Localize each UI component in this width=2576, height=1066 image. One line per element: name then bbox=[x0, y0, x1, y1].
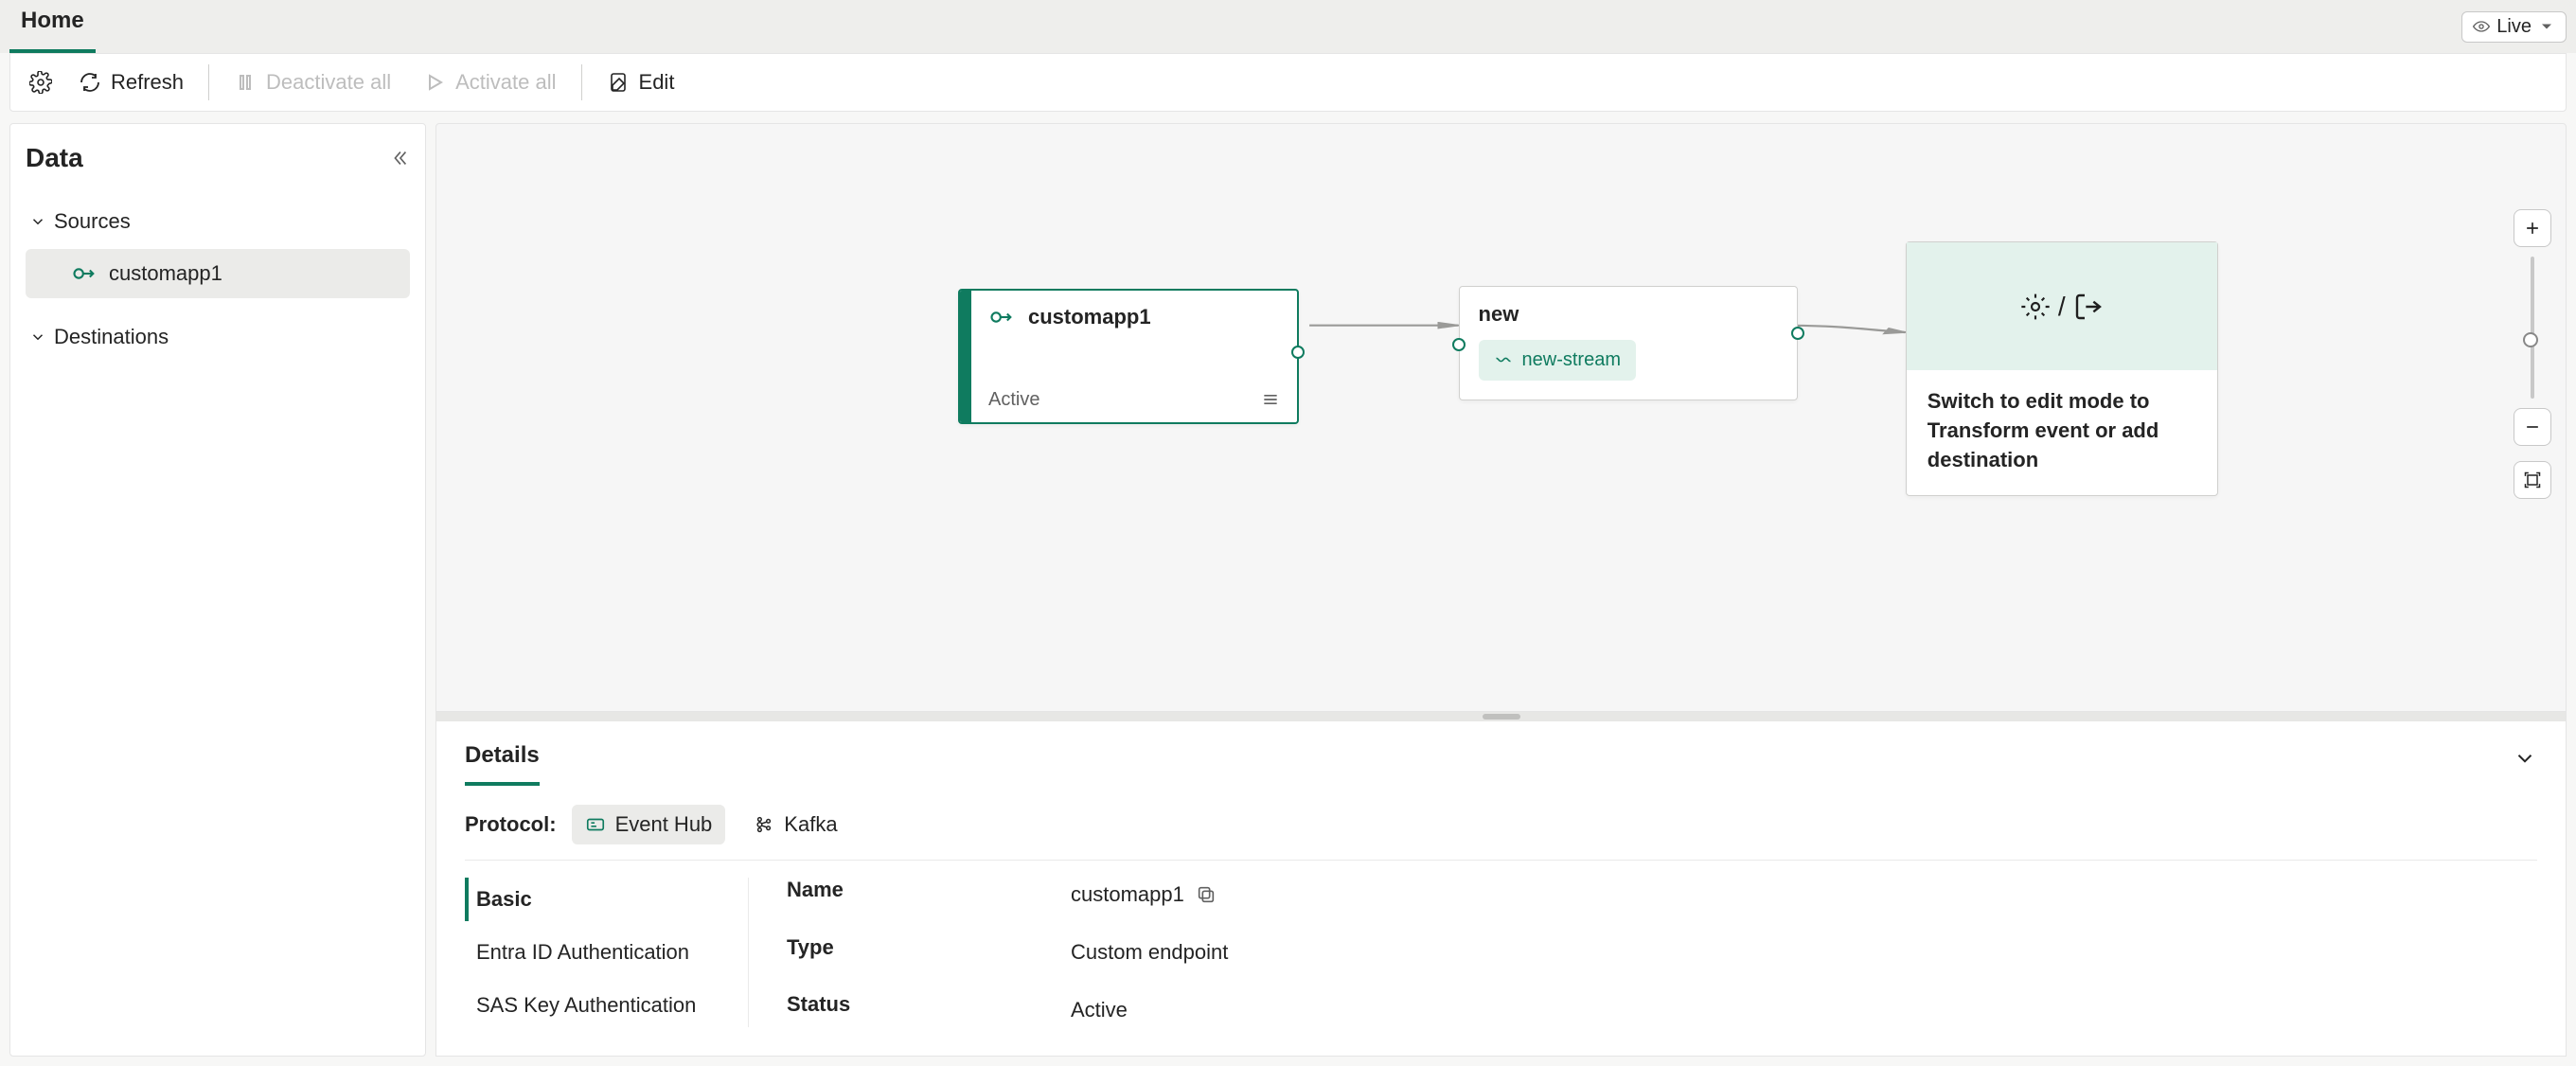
output-port[interactable] bbox=[1291, 346, 1305, 359]
node-source-customapp1[interactable]: customapp1 Active bbox=[958, 289, 1299, 424]
refresh-icon bbox=[79, 71, 101, 94]
details-properties: Name customapp1 Type Custom endpoint Sta… bbox=[787, 878, 2537, 1027]
copy-icon[interactable] bbox=[1196, 884, 1217, 905]
activate-all-button: Activate all bbox=[410, 62, 569, 102]
menu-icon[interactable] bbox=[1261, 390, 1280, 409]
toolbar-separator bbox=[581, 64, 582, 100]
node-source-title: customapp1 bbox=[1028, 305, 1151, 329]
details-panel: Details Protocol: Event Hub Kaf bbox=[435, 721, 2567, 1057]
output-port[interactable] bbox=[1791, 327, 1804, 340]
sub-section-basic[interactable]: Basic bbox=[465, 878, 748, 921]
sub-section-entra[interactable]: Entra ID Authentication bbox=[465, 931, 748, 974]
protocol-option-eventhub[interactable]: Event Hub bbox=[572, 805, 726, 844]
source-item-label: customapp1 bbox=[109, 261, 222, 286]
toolbar-separator bbox=[208, 64, 209, 100]
deactivate-all-button: Deactivate all bbox=[221, 62, 404, 102]
play-icon bbox=[423, 71, 446, 94]
chevron-down-icon bbox=[2537, 17, 2556, 36]
stream-chip[interactable]: new-stream bbox=[1479, 340, 1636, 381]
destinations-label: Destinations bbox=[54, 325, 169, 349]
eye-icon bbox=[2472, 17, 2491, 36]
side-panel-title: Data bbox=[26, 143, 83, 173]
details-sub-sections: Basic Entra ID Authentication SAS Key Au… bbox=[465, 878, 749, 1027]
node-source-status: Active bbox=[988, 389, 1039, 411]
sources-label: Sources bbox=[54, 209, 131, 234]
kafka-icon bbox=[754, 814, 774, 835]
collapse-icon[interactable] bbox=[389, 148, 410, 169]
horizontal-splitter[interactable] bbox=[435, 712, 2567, 721]
stream-icon bbox=[1494, 350, 1513, 369]
prop-type-label: Type bbox=[787, 935, 1071, 970]
chevron-down-icon bbox=[29, 213, 46, 230]
zoom-out-button[interactable] bbox=[2514, 408, 2551, 446]
command-bar: Refresh Deactivate all Activate all Edit bbox=[9, 53, 2567, 112]
eventhub-icon bbox=[585, 814, 606, 835]
zoom-in-button[interactable] bbox=[2514, 209, 2551, 247]
prop-status-label: Status bbox=[787, 992, 1071, 1027]
protocol-eventhub-label: Event Hub bbox=[615, 812, 713, 837]
source-item-customapp1[interactable]: customapp1 bbox=[26, 249, 410, 298]
endpoint-icon bbox=[71, 260, 98, 287]
edit-button[interactable]: Edit bbox=[594, 62, 688, 102]
refresh-label: Refresh bbox=[111, 70, 184, 95]
edit-icon bbox=[607, 71, 630, 94]
edit-label: Edit bbox=[639, 70, 675, 95]
zoom-controls bbox=[2513, 209, 2552, 499]
data-side-panel: Data Sources customapp1 Destinations bbox=[9, 123, 426, 1057]
prop-name-value: customapp1 bbox=[1071, 882, 1184, 907]
live-label: Live bbox=[2496, 16, 2532, 38]
protocol-kafka-label: Kafka bbox=[784, 812, 837, 837]
node-stream-title: new bbox=[1479, 302, 1778, 327]
chevron-down-icon[interactable] bbox=[2513, 746, 2537, 771]
settings-button[interactable] bbox=[22, 63, 60, 101]
live-mode-dropdown[interactable]: Live bbox=[2461, 11, 2567, 43]
deactivate-all-label: Deactivate all bbox=[266, 70, 391, 95]
destination-placeholder-text: Switch to edit mode to Transform event o… bbox=[1907, 370, 2217, 495]
fit-to-view-button[interactable] bbox=[2514, 461, 2551, 499]
tab-details[interactable]: Details bbox=[465, 731, 540, 786]
prop-name-label: Name bbox=[787, 878, 1071, 913]
tab-home[interactable]: Home bbox=[9, 0, 96, 53]
transform-icon bbox=[2020, 292, 2051, 322]
node-destination-placeholder[interactable]: / Switch to edit mode to Transform event… bbox=[1906, 241, 2218, 496]
zoom-slider[interactable] bbox=[2531, 257, 2534, 399]
export-icon bbox=[2073, 292, 2104, 322]
endpoint-icon bbox=[988, 304, 1015, 330]
node-accent-stripe bbox=[960, 291, 971, 422]
node-stream-new[interactable]: new new-stream bbox=[1459, 286, 1798, 400]
refresh-button[interactable]: Refresh bbox=[65, 62, 197, 102]
pause-icon bbox=[234, 71, 257, 94]
protocol-option-kafka[interactable]: Kafka bbox=[740, 805, 850, 844]
activate-all-label: Activate all bbox=[455, 70, 556, 95]
destination-placeholder-head: / bbox=[1907, 242, 2217, 370]
input-port[interactable] bbox=[1452, 338, 1466, 351]
prop-type-value: Custom endpoint bbox=[1071, 940, 1228, 965]
stream-chip-label: new-stream bbox=[1522, 349, 1621, 371]
zoom-slider-thumb[interactable] bbox=[2523, 332, 2538, 347]
tree-section-sources[interactable]: Sources bbox=[26, 200, 410, 243]
flow-canvas[interactable]: customapp1 Active new bbox=[435, 123, 2567, 712]
gear-icon bbox=[29, 71, 52, 94]
prop-status-value: Active bbox=[1071, 998, 1128, 1022]
tree-section-destinations[interactable]: Destinations bbox=[26, 315, 410, 359]
protocol-label: Protocol: bbox=[465, 812, 557, 837]
sub-section-sas[interactable]: SAS Key Authentication bbox=[465, 984, 748, 1027]
chevron-down-icon bbox=[29, 329, 46, 346]
